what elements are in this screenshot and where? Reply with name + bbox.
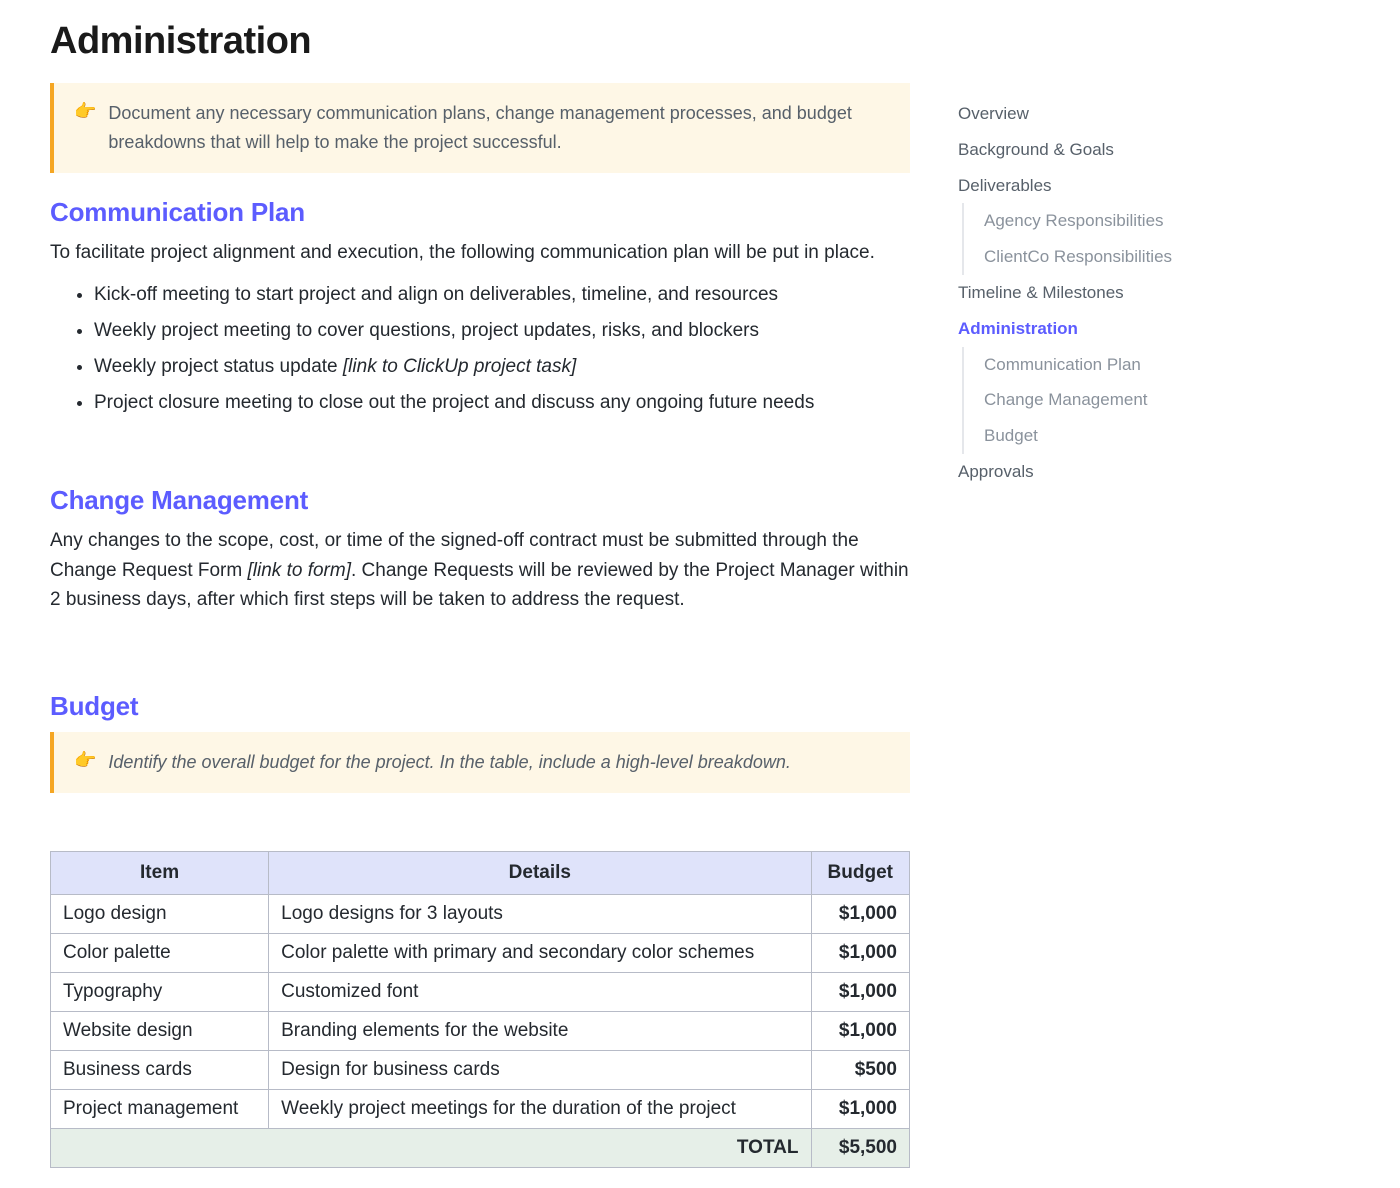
table-row: Project managementWeekly project meeting… — [51, 1089, 910, 1128]
budget-callout-text: Identify the overall budget for the proj… — [108, 748, 790, 777]
budget-details: Logo designs for 3 layouts — [269, 894, 811, 933]
budget-item: Business cards — [51, 1050, 269, 1089]
toc-item[interactable]: Approvals — [958, 454, 1218, 490]
list-item: Weekly project status update [link to Cl… — [94, 349, 910, 385]
budget-details: Color palette with primary and secondary… — [269, 933, 811, 972]
budget-amount: $1,000 — [811, 894, 910, 933]
budget-col-details: Details — [269, 851, 811, 894]
table-row: Business cardsDesign for business cards$… — [51, 1050, 910, 1089]
heading-budget: Budget — [50, 691, 910, 722]
change-link-placeholder: [link to form] — [248, 560, 351, 581]
change-paragraph: Any changes to the scope, cost, or time … — [50, 526, 910, 614]
budget-item: Logo design — [51, 894, 269, 933]
pointer-icon: 👉 — [74, 748, 96, 773]
toc-item[interactable]: Background & Goals — [958, 132, 1218, 168]
toc-item[interactable]: Deliverables — [958, 168, 1218, 204]
budget-details: Weekly project meetings for the duration… — [269, 1089, 811, 1128]
callout-text: Document any necessary communication pla… — [108, 99, 890, 157]
toc-item[interactable]: Agency Responsibilities — [962, 203, 1218, 239]
table-row: Logo designLogo designs for 3 layouts$1,… — [51, 894, 910, 933]
budget-item: Project management — [51, 1089, 269, 1128]
budget-col-item: Item — [51, 851, 269, 894]
budget-item: Typography — [51, 972, 269, 1011]
toc-item[interactable]: Communication Plan — [962, 347, 1218, 383]
bullet-text: Weekly project status update — [94, 356, 343, 377]
page-title: Administration — [50, 20, 910, 63]
budget-total-label: TOTAL — [51, 1128, 812, 1167]
toc-item[interactable]: Budget — [962, 418, 1218, 454]
comm-intro: To facilitate project alignment and exec… — [50, 238, 910, 267]
toc-item[interactable]: Overview — [958, 96, 1218, 132]
budget-details: Branding elements for the website — [269, 1011, 811, 1050]
budget-amount: $1,000 — [811, 1089, 910, 1128]
list-item: Kick-off meeting to start project and al… — [94, 277, 910, 313]
comm-bullet-list: Kick-off meeting to start project and al… — [50, 277, 910, 421]
table-row: Website designBranding elements for the … — [51, 1011, 910, 1050]
toc-item[interactable]: Change Management — [962, 382, 1218, 418]
table-of-contents: OverviewBackground & GoalsDeliverablesAg… — [958, 20, 1218, 1168]
bullet-text: Kick-off meeting to start project and al… — [94, 284, 778, 305]
budget-amount: $1,000 — [811, 1011, 910, 1050]
budget-amount: $1,000 — [811, 933, 910, 972]
bullet-text: Weekly project meeting to cover question… — [94, 320, 759, 341]
toc-item[interactable]: Timeline & Milestones — [958, 275, 1218, 311]
budget-total-amount: $5,500 — [811, 1128, 910, 1167]
budget-table: Item Details Budget Logo designLogo desi… — [50, 851, 910, 1168]
main-content: Administration 👉 Document any necessary … — [50, 20, 910, 1168]
budget-total-row: TOTAL$5,500 — [51, 1128, 910, 1167]
table-row: TypographyCustomized font$1,000 — [51, 972, 910, 1011]
pointer-icon: 👉 — [74, 99, 96, 124]
budget-item: Website design — [51, 1011, 269, 1050]
budget-details: Customized font — [269, 972, 811, 1011]
intro-callout: 👉 Document any necessary communication p… — [50, 83, 910, 173]
list-item: Weekly project meeting to cover question… — [94, 313, 910, 349]
heading-change-management: Change Management — [50, 485, 910, 516]
budget-amount: $1,000 — [811, 972, 910, 1011]
heading-communication-plan: Communication Plan — [50, 197, 910, 228]
budget-amount: $500 — [811, 1050, 910, 1089]
bullet-link-placeholder: [link to ClickUp project task] — [343, 356, 576, 377]
list-item: Project closure meeting to close out the… — [94, 385, 910, 421]
budget-item: Color palette — [51, 933, 269, 972]
budget-col-budget: Budget — [811, 851, 910, 894]
toc-item[interactable]: ClientCo Responsibilities — [962, 239, 1218, 275]
bullet-text: Project closure meeting to close out the… — [94, 392, 814, 413]
budget-callout: 👉 Identify the overall budget for the pr… — [50, 732, 910, 793]
toc-item[interactable]: Administration — [958, 311, 1218, 347]
table-row: Color paletteColor palette with primary … — [51, 933, 910, 972]
budget-details: Design for business cards — [269, 1050, 811, 1089]
